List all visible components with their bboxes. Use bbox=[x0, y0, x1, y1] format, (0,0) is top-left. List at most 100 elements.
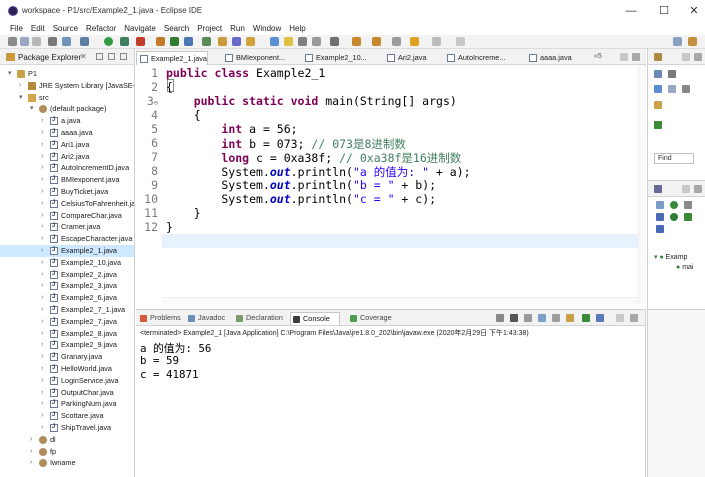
view-menu-icon[interactable] bbox=[120, 53, 127, 60]
link-editor-icon[interactable] bbox=[108, 53, 115, 60]
back-icon[interactable] bbox=[410, 37, 419, 46]
minimize-editor-icon[interactable] bbox=[620, 53, 628, 61]
outline-menu-icon[interactable] bbox=[656, 225, 664, 233]
remove-launch-icon[interactable] bbox=[496, 314, 504, 322]
chevron-right-icon[interactable]: › bbox=[41, 280, 43, 292]
tree-item[interactable]: › Ari2.java bbox=[0, 151, 134, 163]
maximize-button[interactable]: ☐ bbox=[652, 2, 676, 20]
clear-console-icon[interactable] bbox=[524, 314, 532, 322]
block-select-icon[interactable] bbox=[312, 37, 321, 46]
synchronize-icon[interactable] bbox=[654, 121, 662, 129]
next-annotation-icon[interactable] bbox=[352, 37, 361, 46]
run-icon[interactable] bbox=[104, 37, 113, 46]
tree-item[interactable]: › CelsiusToFahrenheit.java bbox=[0, 198, 134, 210]
pin-console-icon[interactable] bbox=[566, 314, 574, 322]
focus-icon[interactable] bbox=[654, 101, 662, 109]
tree-item[interactable]: ▾ P1 bbox=[0, 68, 134, 80]
chevron-right-icon[interactable]: › bbox=[41, 233, 43, 245]
chevron-right-icon[interactable]: › bbox=[41, 304, 43, 316]
hide-completed-icon[interactable] bbox=[682, 85, 690, 93]
tree-item[interactable]: › Granary.java bbox=[0, 351, 134, 363]
editor-horizontal-scrollbar[interactable] bbox=[162, 297, 638, 304]
tree-item[interactable]: › Example2_7_1.java bbox=[0, 304, 134, 316]
fold-marker-icon[interactable]: ⊖ bbox=[154, 99, 158, 107]
toggle-mark-icon[interactable] bbox=[270, 37, 279, 46]
external-tools-icon[interactable] bbox=[136, 37, 145, 46]
chevron-right-icon[interactable]: › bbox=[41, 410, 43, 422]
forward-icon[interactable] bbox=[432, 37, 441, 46]
tab-aaaa[interactable]: aaaa.java bbox=[526, 51, 586, 65]
tree-item[interactable]: › HelloWorld.java bbox=[0, 363, 134, 375]
tab-problems[interactable]: Problems bbox=[138, 312, 181, 325]
menu-search[interactable]: Search bbox=[160, 22, 193, 35]
tab-bmiexponent[interactable]: BMIexponent... bbox=[222, 51, 294, 65]
menu-window[interactable]: Window bbox=[249, 22, 285, 35]
hide-static-icon[interactable] bbox=[684, 201, 692, 209]
chevron-right-icon[interactable]: › bbox=[41, 316, 43, 328]
prev-annotation-icon[interactable] bbox=[372, 37, 381, 46]
tree-item[interactable]: › dl bbox=[0, 434, 134, 446]
tab-coverage[interactable]: Coverage bbox=[348, 312, 392, 325]
task-list-icon[interactable] bbox=[654, 53, 662, 61]
java-perspective-icon[interactable] bbox=[688, 37, 697, 46]
maximize-outline-icon[interactable] bbox=[694, 185, 702, 193]
chevron-right-icon[interactable]: › bbox=[41, 210, 43, 222]
chevron-right-icon[interactable]: › bbox=[41, 375, 43, 387]
tree-item[interactable]: › Example2_8.java bbox=[0, 328, 134, 340]
minimize-outline-icon[interactable] bbox=[682, 185, 690, 193]
menu-refactor[interactable]: Refactor bbox=[82, 22, 120, 35]
new-icon[interactable] bbox=[8, 37, 17, 46]
save-all-icon[interactable] bbox=[32, 37, 41, 46]
new-gradle-icon[interactable] bbox=[202, 37, 211, 46]
sort-icon[interactable] bbox=[656, 201, 664, 209]
print-icon[interactable] bbox=[48, 37, 57, 46]
tree-item[interactable]: › aaaa.java bbox=[0, 127, 134, 139]
chevron-right-icon[interactable]: › bbox=[41, 422, 43, 434]
open-perspective-icon[interactable] bbox=[673, 37, 682, 46]
chevron-right-icon[interactable]: › bbox=[41, 162, 43, 174]
chevron-right-icon[interactable]: › bbox=[41, 127, 43, 139]
tree-item[interactable]: › a.java bbox=[0, 115, 134, 127]
tree-item[interactable]: › BuyTicket.java bbox=[0, 186, 134, 198]
new-java-project-icon[interactable] bbox=[156, 37, 165, 46]
tab-declaration[interactable]: Declaration bbox=[234, 312, 283, 325]
chevron-right-icon[interactable]: › bbox=[30, 446, 32, 458]
chevron-right-icon[interactable]: › bbox=[41, 257, 43, 269]
hide-nonpublic-icon[interactable] bbox=[656, 213, 664, 221]
menu-source[interactable]: Source bbox=[49, 22, 82, 35]
minimize-panel-icon[interactable] bbox=[682, 53, 690, 61]
tree-item[interactable]: › AutoIncrementD.java bbox=[0, 162, 134, 174]
chevron-right-icon[interactable]: › bbox=[41, 339, 43, 351]
tree-item[interactable]: › JRE System Library [JavaSE-1.8] bbox=[0, 80, 134, 92]
tree-item[interactable]: ▾ src bbox=[0, 92, 134, 104]
chevron-right-icon[interactable]: › bbox=[41, 351, 43, 363]
tree-item[interactable]: ▾ (default package) bbox=[0, 103, 134, 115]
tree-item[interactable]: › Cramer.java bbox=[0, 221, 134, 233]
find-input[interactable]: Find bbox=[654, 153, 694, 164]
tab-example2-1[interactable]: Example2_1.java bbox=[136, 51, 208, 65]
whitespace-icon[interactable] bbox=[298, 37, 307, 46]
tree-item[interactable]: › LoginService.java bbox=[0, 375, 134, 387]
scroll-lock-icon[interactable] bbox=[538, 314, 546, 322]
highlight-icon[interactable] bbox=[284, 37, 293, 46]
menu-project[interactable]: Project bbox=[193, 22, 226, 35]
tree-item[interactable]: › OutputChar.java bbox=[0, 387, 134, 399]
chevron-right-icon[interactable]: › bbox=[41, 269, 43, 281]
open-type-icon[interactable] bbox=[218, 37, 227, 46]
package-explorer-title[interactable]: Package Explorer bbox=[18, 53, 81, 62]
chevron-right-icon[interactable]: › bbox=[41, 245, 43, 257]
menu-file[interactable]: File bbox=[6, 22, 27, 35]
minimize-console-icon[interactable] bbox=[616, 314, 624, 322]
collapse-all-icon[interactable] bbox=[96, 53, 103, 60]
menu-run[interactable]: Run bbox=[226, 22, 249, 35]
chevron-down-icon[interactable]: ▾ bbox=[19, 92, 23, 104]
close-view-icon[interactable]: ✕ bbox=[80, 52, 87, 61]
tree-item[interactable]: › Example2_9.java bbox=[0, 339, 134, 351]
last-edit-icon[interactable] bbox=[392, 37, 401, 46]
chevron-right-icon[interactable]: › bbox=[41, 115, 43, 127]
debug-icon[interactable] bbox=[80, 37, 89, 46]
menu-navigate[interactable]: Navigate bbox=[120, 22, 160, 35]
word-wrap-icon[interactable] bbox=[552, 314, 560, 322]
chevron-right-icon[interactable]: › bbox=[30, 457, 32, 469]
menu-help[interactable]: Help bbox=[285, 22, 309, 35]
